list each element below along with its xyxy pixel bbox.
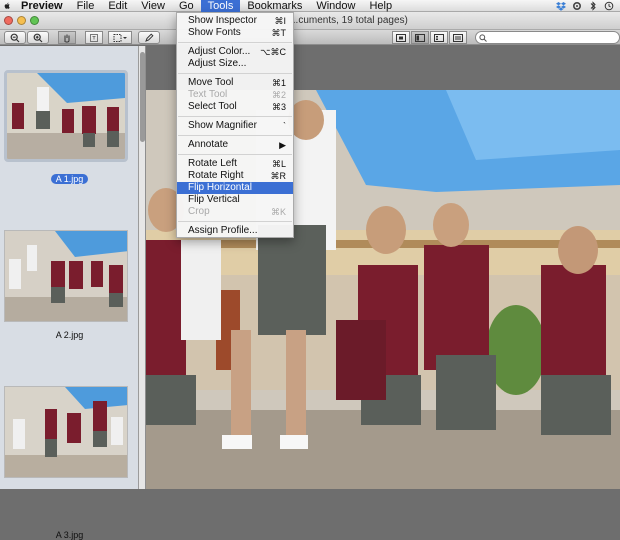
- zoom-out-icon: [10, 33, 20, 42]
- dropbox-icon[interactable]: [556, 1, 566, 11]
- toc-icon: [434, 33, 444, 42]
- hand-icon: [64, 34, 70, 42]
- menu-item-text-tool: Text Tool ⌘2: [188, 89, 286, 100]
- zoom-in-icon: [33, 33, 43, 42]
- zoom-in-button[interactable]: [27, 31, 49, 44]
- menu-tools[interactable]: Tools: [200, 0, 241, 12]
- menu-separator: [178, 221, 292, 222]
- view-content-only-button[interactable]: [392, 31, 410, 44]
- menu-item-rotate-left[interactable]: Rotate Left ⌘L: [177, 158, 293, 170]
- view-thumbnails-button[interactable]: [411, 31, 429, 44]
- window-title-bar: ...cuments, 19 total pages): [0, 12, 620, 30]
- menu-item-show-inspector[interactable]: Show Inspector ⌘I: [177, 15, 293, 27]
- menu-item-flip-horizontal[interactable]: Flip Horizontal: [177, 182, 293, 194]
- photo-thumbnail: [7, 73, 125, 159]
- bluetooth-icon[interactable]: [588, 0, 598, 11]
- thumbnail-label-3[interactable]: A 3.jpg: [0, 530, 139, 540]
- menu-window[interactable]: Window: [309, 0, 362, 12]
- menu-edit[interactable]: Edit: [101, 0, 134, 12]
- zoom-out-button[interactable]: [4, 31, 26, 44]
- menu-separator: [178, 42, 292, 43]
- menu-item-adjust-size[interactable]: Adjust Size...: [177, 58, 293, 70]
- minimize-button[interactable]: [17, 16, 26, 25]
- tools-menu: Show Inspector ⌘I Show Fonts ⌘T Adjust Col…: [176, 12, 294, 238]
- menu-item-rotate-right[interactable]: Rotate Right ⌘R: [177, 170, 293, 182]
- photo-thumbnail: [5, 387, 127, 477]
- selection-icon: [113, 33, 127, 42]
- text-tool-icon: [90, 33, 98, 42]
- text-tool-button[interactable]: [85, 31, 103, 44]
- apple-menu-icon[interactable]: [0, 0, 14, 12]
- menu-separator: [178, 154, 292, 155]
- menu-item-adjust-color[interactable]: Adjust Color... ⌥⌘C: [177, 46, 293, 58]
- annotate-button[interactable]: [138, 31, 160, 44]
- menu-item-crop: Crop ⌘K: [188, 206, 286, 217]
- menu-item-move-tool[interactable]: Move Tool ⌘1: [177, 77, 293, 89]
- menu-separator: [178, 73, 292, 74]
- menu-separator: [178, 116, 292, 117]
- search-icon: [479, 34, 487, 42]
- move-tool-button[interactable]: [58, 31, 76, 44]
- menu-bookmarks[interactable]: Bookmarks: [240, 0, 309, 12]
- menu-go[interactable]: Go: [172, 0, 201, 12]
- menu-item-annotate[interactable]: Annotate ▶: [177, 139, 293, 151]
- search-input[interactable]: [475, 31, 620, 44]
- view-table-of-contents-button[interactable]: [430, 31, 448, 44]
- view-icon: [396, 33, 406, 42]
- thumbnail-label-2[interactable]: A 2.jpg: [0, 330, 139, 340]
- zoom-button[interactable]: [30, 16, 39, 25]
- thumbnail-1[interactable]: [4, 70, 128, 162]
- menu-view[interactable]: View: [134, 0, 172, 12]
- thumbnail-label-1[interactable]: A 1.jpg: [0, 174, 139, 184]
- sidebar-scroll-thumb[interactable]: [140, 52, 145, 142]
- thumbnail-2[interactable]: [4, 230, 128, 322]
- close-button[interactable]: [4, 16, 13, 25]
- view-contact-sheet-button[interactable]: [449, 31, 467, 44]
- menu-app-name[interactable]: Preview: [14, 0, 70, 12]
- settings-icon[interactable]: [572, 1, 582, 11]
- contact-sheet-icon: [453, 33, 463, 42]
- menu-separator: [178, 135, 292, 136]
- thumbnail-3[interactable]: [4, 386, 128, 478]
- menu-item-assign-profile[interactable]: Assign Profile...: [177, 225, 293, 237]
- pencil-icon: [145, 32, 154, 42]
- menu-item-select-tool[interactable]: Select Tool ⌘3: [177, 101, 293, 113]
- window-title: ...cuments, 19 total pages): [290, 15, 408, 26]
- menu-item-show-fonts[interactable]: Show Fonts ⌘T: [177, 27, 293, 39]
- menu-bar: Preview File Edit View Go Tools Bookmark…: [0, 0, 620, 12]
- menu-item-flip-vertical[interactable]: Flip Vertical: [177, 194, 293, 206]
- sidebar: A 1.jpg A 2.jpg A 3.jpg: [0, 46, 139, 540]
- time-machine-icon[interactable]: [604, 1, 614, 11]
- menu-file[interactable]: File: [70, 0, 102, 12]
- menu-item-show-magnifier[interactable]: Show Magnifier `: [177, 120, 293, 132]
- select-tool-button[interactable]: [108, 31, 132, 44]
- submenu-arrow-icon: ▶: [279, 140, 286, 150]
- thumbnails-icon: [415, 33, 425, 42]
- menu-help[interactable]: Help: [362, 0, 399, 12]
- photo-thumbnail: [5, 231, 127, 321]
